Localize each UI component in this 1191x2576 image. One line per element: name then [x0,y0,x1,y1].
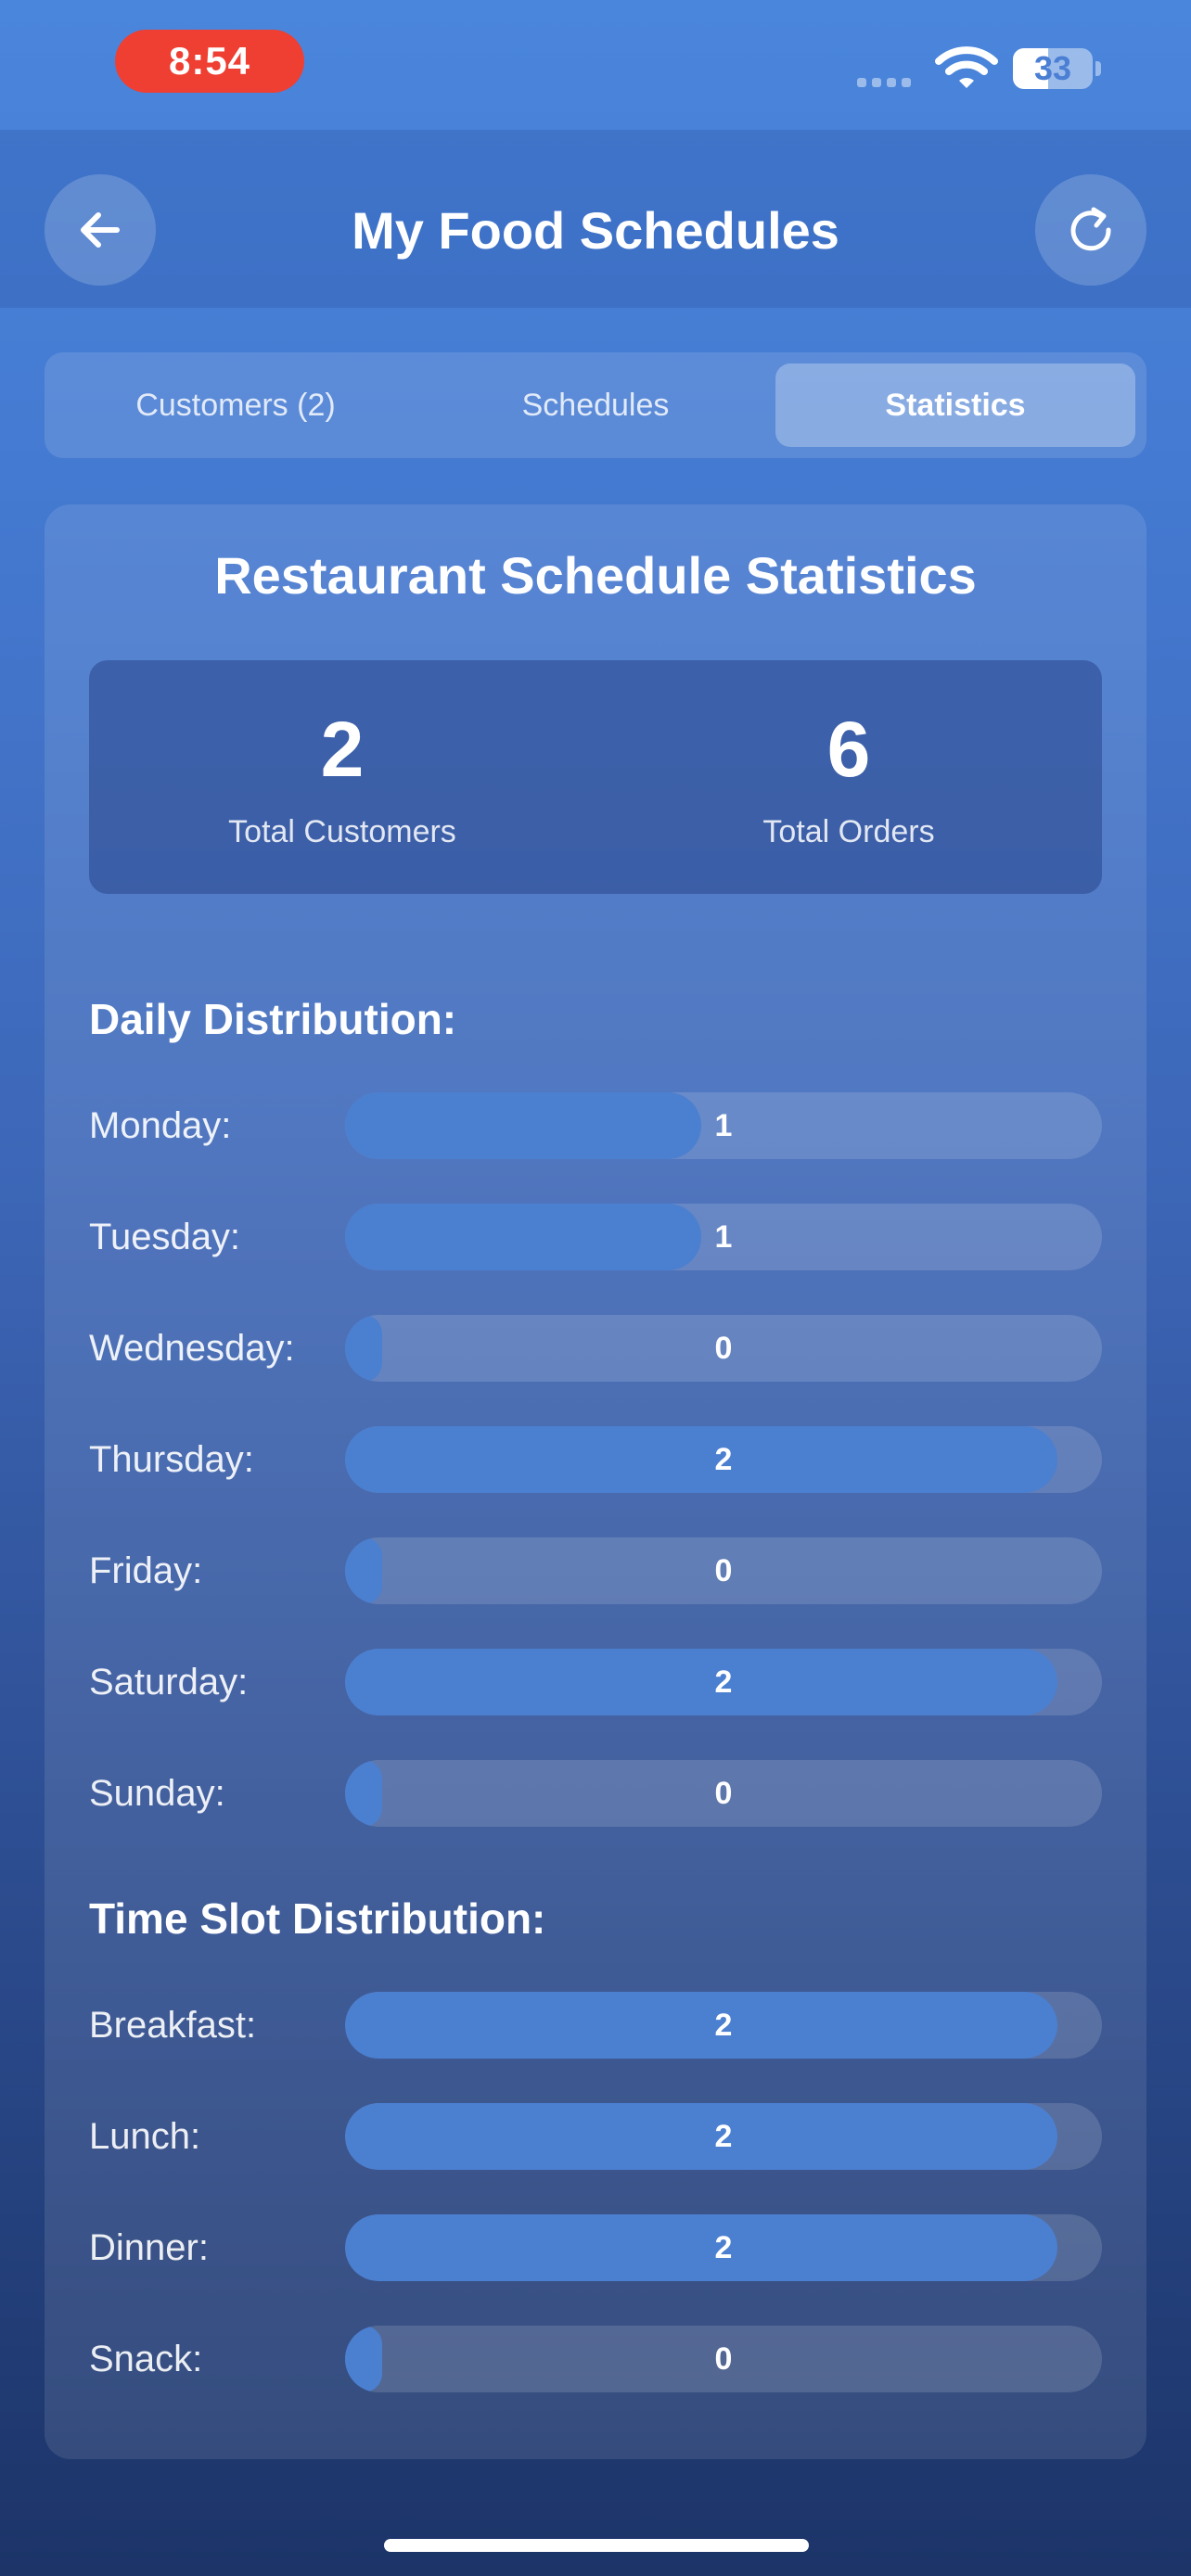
daily-bar-value: 1 [714,1108,733,1143]
daily-row-label: Sunday: [89,1773,225,1814]
timeslot-bar-value: 2 [714,2008,733,2043]
daily-bar-track: 2 [345,1426,1102,1493]
daily-bar-value: 0 [714,1331,733,1366]
tab-bar: Customers (2) Schedules Statistics [45,352,1146,458]
daily-row-label: Wednesday: [89,1328,295,1369]
timeslot-row: Dinner: 2 [89,2214,1102,2281]
daily-row-label: Friday: [89,1550,203,1591]
statistics-card: Restaurant Schedule Statistics 2 Total C… [45,504,1146,2459]
cellular-signal-icon [857,78,911,87]
timeslot-bar-track: 2 [345,2103,1102,2170]
daily-distribution-title: Daily Distribution: [89,995,457,1043]
daily-row: Wednesday: 0 [89,1315,1102,1382]
total-orders: 6 Total Orders [596,660,1102,894]
tab-schedules[interactable]: Schedules [416,363,775,447]
tab-statistics[interactable]: Statistics [775,363,1135,447]
timeslot-bar-track: 0 [345,2326,1102,2392]
status-bar: 8:54 33 [0,0,1191,130]
daily-row: Monday: 1 [89,1092,1102,1159]
battery-tip [1095,61,1101,76]
daily-row-label: Thursday: [89,1439,254,1480]
daily-row: Sunday: 0 [89,1760,1102,1827]
total-customers-label: Total Customers [228,814,456,849]
timeslot-bar-track: 2 [345,2214,1102,2281]
daily-row-label: Monday: [89,1105,232,1146]
daily-bar-value: 1 [714,1219,733,1255]
timeslot-bar-value: 2 [714,2119,733,2154]
refresh-icon [1070,207,1111,251]
battery-level: 33 [1033,49,1072,87]
total-customers-value: 2 [320,706,365,793]
daily-row: Saturday: 2 [89,1649,1102,1715]
timeslot-row: Snack: 0 [89,2326,1102,2392]
daily-bar-value: 2 [714,1664,733,1700]
timeslot-row-label: Dinner: [89,2227,209,2268]
daily-row: Tuesday: 1 [89,1204,1102,1270]
daily-bar-track: 1 [345,1092,1102,1159]
daily-bar-value: 0 [714,1776,733,1811]
summary-panel: 2 Total Customers 6 Total Orders [89,660,1102,894]
timeslot-row-label: Breakfast: [89,2005,257,2046]
timeslot-distribution-title: Time Slot Distribution: [89,1894,546,1943]
daily-bar-track: 0 [345,1315,1102,1382]
wifi-icon [935,46,998,88]
timeslot-row-label: Snack: [89,2339,203,2379]
timeslot-bar-value: 2 [714,2230,733,2265]
home-indicator [384,2539,809,2552]
timeslot-row: Lunch: 2 [89,2103,1102,2170]
daily-row-label: Tuesday: [89,1217,241,1257]
app-header: My Food Schedules [0,130,1191,308]
daily-bar-track: 1 [345,1204,1102,1270]
daily-bar-track: 2 [345,1649,1102,1715]
battery-icon: 33 [1013,48,1093,89]
statistics-title: Restaurant Schedule Statistics [214,546,977,605]
total-customers: 2 Total Customers [89,660,596,894]
refresh-button[interactable] [1035,174,1146,286]
daily-bar-value: 2 [714,1442,733,1477]
daily-bar-value: 0 [714,1553,733,1588]
timeslot-row-label: Lunch: [89,2116,201,2157]
daily-bar-track: 0 [345,1537,1102,1604]
status-time: 8:54 [115,30,304,93]
total-orders-value: 6 [826,706,871,793]
daily-bar-track: 0 [345,1760,1102,1827]
page-title: My Food Schedules [352,200,839,260]
daily-row: Friday: 0 [89,1537,1102,1604]
timeslot-bar-value: 0 [714,2341,733,2377]
total-orders-label: Total Orders [762,814,935,849]
tab-customers[interactable]: Customers (2) [56,363,416,447]
timeslot-bar-track: 2 [345,1992,1102,2059]
daily-row: Thursday: 2 [89,1426,1102,1493]
timeslot-row: Breakfast: 2 [89,1992,1102,2059]
daily-row-label: Saturday: [89,1662,249,1702]
